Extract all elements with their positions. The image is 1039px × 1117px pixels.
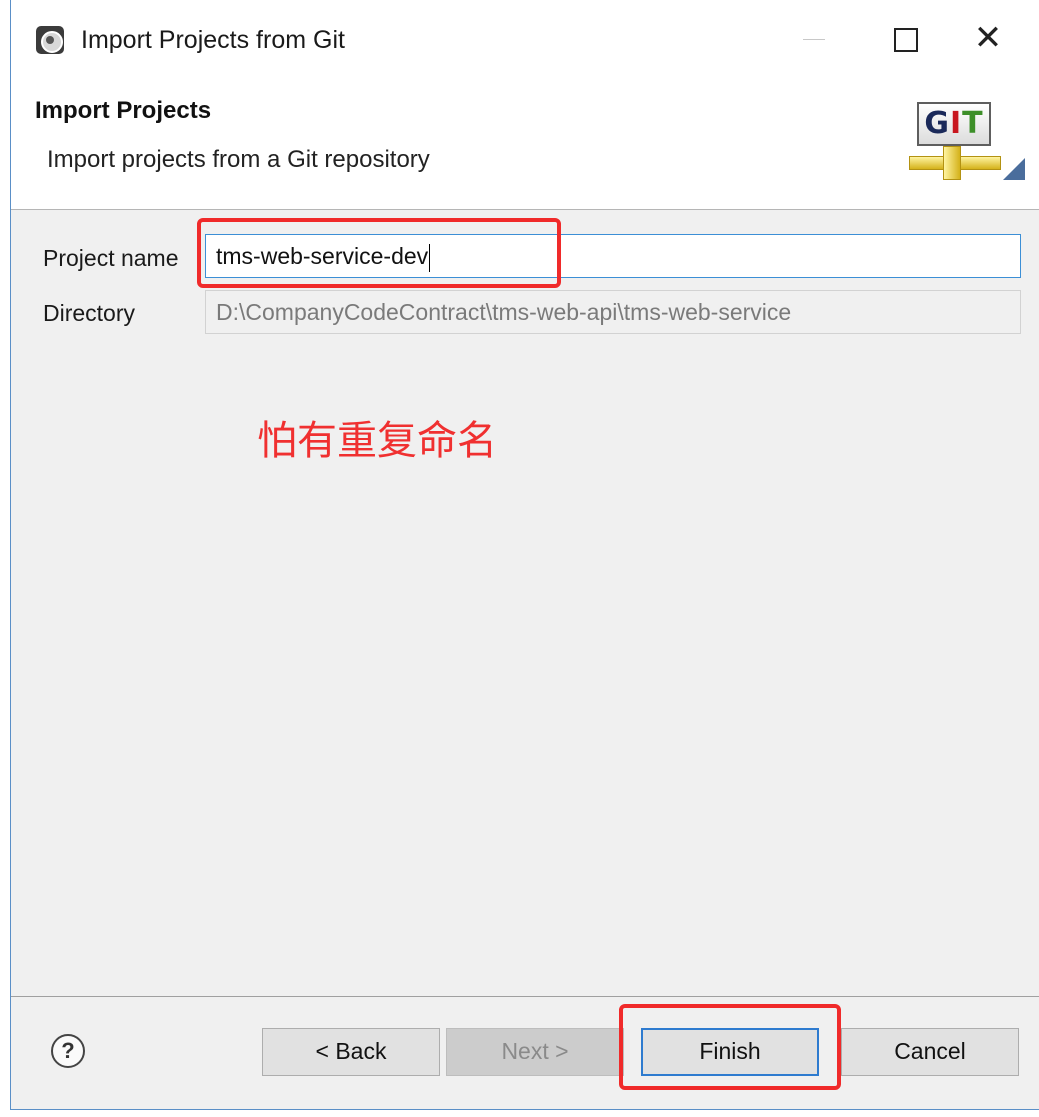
close-button[interactable]: ✕ (965, 18, 1011, 60)
pipe-vertical (943, 146, 961, 180)
directory-label: Directory (43, 300, 136, 326)
next-button: Next > (446, 1028, 624, 1076)
directory-field: D:\CompanyCodeContract\tms-web-api\tms-w… (205, 290, 1021, 334)
cancel-button[interactable]: Cancel (841, 1028, 1019, 1076)
window-title: Import Projects from Git (81, 26, 345, 54)
minimize-button[interactable] (791, 18, 837, 60)
help-icon[interactable]: ? (51, 1034, 85, 1068)
project-name-label: Project name (43, 245, 179, 271)
import-dialog: Import Projects from Git ✕ Import Projec… (10, 0, 1039, 1110)
eclipse-app-icon (36, 26, 64, 54)
corner-triangle-icon (1003, 158, 1025, 180)
git-logo-icon: GIT (903, 96, 1029, 200)
wizard-header: Import Projects Import projects from a G… (11, 80, 1039, 210)
page-description: Import projects from a Git repository (47, 146, 430, 173)
page-title: Import Projects (35, 97, 212, 124)
annotation-text: 怕有重复命名 (257, 418, 497, 464)
git-logo-lettering: GIT (917, 102, 991, 146)
maximize-button[interactable] (881, 18, 927, 60)
annotation-box-project-name (197, 218, 561, 288)
back-button[interactable]: < Back (262, 1028, 440, 1076)
annotation-box-finish (619, 1004, 841, 1090)
title-bar: Import Projects from Git ✕ (11, 0, 1039, 80)
footer-divider (11, 996, 1039, 997)
